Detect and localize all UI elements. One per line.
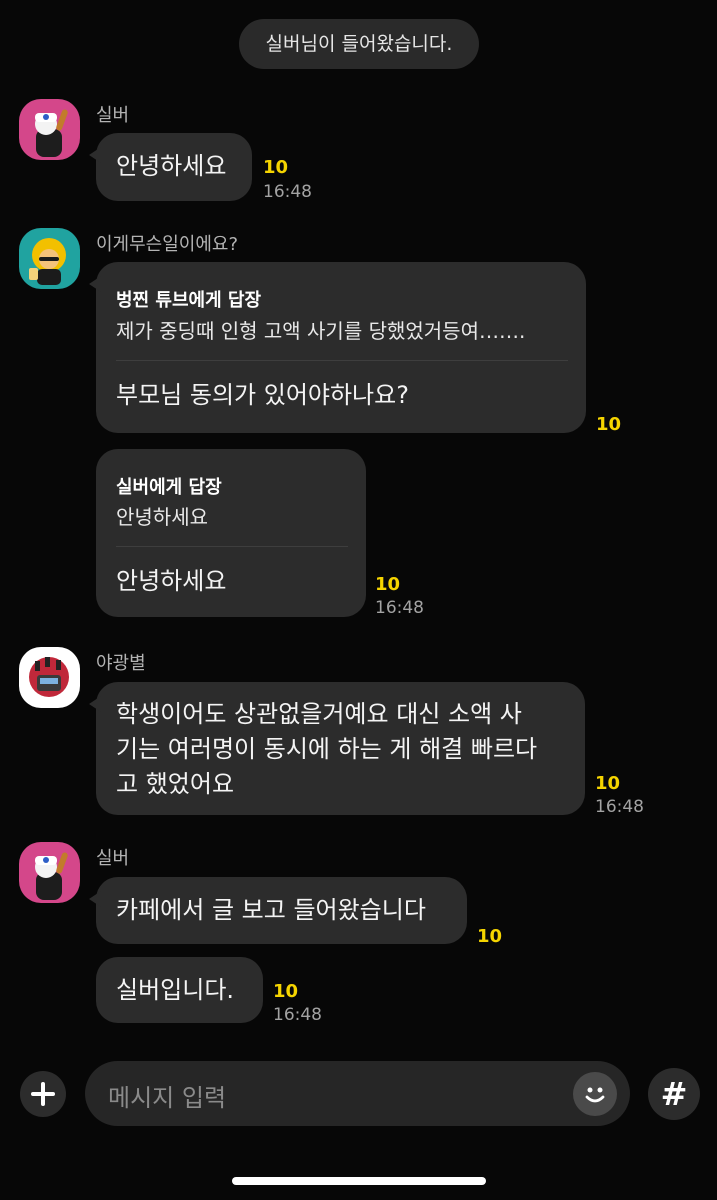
avatar-silver[interactable] <box>19 842 80 903</box>
reply-divider <box>116 360 568 361</box>
message-bubble[interactable]: 안녕하세요 <box>89 133 252 201</box>
unread-count: 10 <box>595 773 621 794</box>
home-indicator[interactable] <box>232 1177 486 1185</box>
attach-plus-button[interactable] <box>20 1071 66 1117</box>
message-input[interactable]: 메시지 입력 <box>85 1061 630 1126</box>
message-input-placeholder: 메시지 입력 <box>108 1084 227 1112</box>
bubble-tail <box>89 696 101 712</box>
bubble-tail <box>89 276 101 292</box>
message-time: 16:48 <box>375 598 424 618</box>
message-text-line: 학생이어도 상관없을거예요 대신 소액 사 <box>116 700 522 728</box>
hashtag-button[interactable]: # <box>648 1068 700 1120</box>
message-text: 카페에서 글 보고 들어왔습니다 <box>116 896 426 924</box>
reply-title: 실버에게 답장 <box>116 477 222 498</box>
message-text: 부모님 동의가 있어야하나요? <box>116 381 409 409</box>
system-notice: 실버님이 들어왔습니다. <box>239 19 479 69</box>
unread-count: 10 <box>263 157 289 178</box>
emoji-icon <box>585 1087 605 1103</box>
avatar-silver[interactable] <box>19 99 80 160</box>
avatar-question-user[interactable] <box>19 228 80 289</box>
reply-bubble[interactable]: 실버에게 답장 안녕하세요 안녕하세요 <box>96 449 366 617</box>
reply-title: 벙찐 튜브에게 답장 <box>116 290 262 311</box>
unread-count: 10 <box>375 574 401 595</box>
unread-count: 10 <box>596 414 622 435</box>
message-text-line: 고 했었어요 <box>116 770 235 798</box>
message-time: 16:48 <box>273 1005 322 1025</box>
message-time: 16:48 <box>263 182 312 202</box>
reply-divider <box>116 546 348 547</box>
bubble-tail <box>89 147 101 163</box>
silver-character-icon <box>35 852 68 900</box>
sender-name: 야광별 <box>96 653 146 674</box>
reply-quote: 제가 중딩때 인형 고액 사기를 당했었거등여……. <box>116 319 526 343</box>
sender-name: 실버 <box>96 105 130 126</box>
message-text: 실버입니다. <box>116 976 235 1004</box>
character-avatar-icon <box>29 657 69 697</box>
sender-name: 실버 <box>96 848 130 869</box>
unread-count: 10 <box>273 981 299 1002</box>
message-bubble[interactable]: 카페에서 글 보고 들어왔습니다 <box>89 877 467 944</box>
unread-count: 10 <box>477 926 503 947</box>
plus-icon <box>31 1082 55 1106</box>
message-bubble[interactable]: 학생이어도 상관없을거예요 대신 소액 사 기는 여러명이 동시에 하는 게 해… <box>89 682 585 815</box>
message-bubble[interactable]: 실버입니다. <box>96 957 263 1023</box>
message-text-line: 기는 여러명이 동시에 하는 게 해결 빠르다 <box>116 735 538 763</box>
sender-name: 이게무슨일이에요? <box>96 234 239 255</box>
reply-quote: 안녕하세요 <box>116 505 208 529</box>
hashtag-icon: # <box>660 1075 688 1113</box>
reply-bubble[interactable]: 벙찐 튜브에게 답장 제가 중딩때 인형 고액 사기를 당했었거등여……. 부모… <box>89 262 586 433</box>
message-text: 안녕하세요 <box>116 567 227 595</box>
silver-character-icon <box>35 109 68 157</box>
message-text: 안녕하세요 <box>116 152 227 180</box>
emoji-button[interactable] <box>573 1072 617 1116</box>
bubble-tail <box>89 891 101 907</box>
message-time: 16:48 <box>595 797 644 817</box>
character-avatar-icon <box>29 238 66 285</box>
avatar-night-star[interactable] <box>19 647 80 708</box>
